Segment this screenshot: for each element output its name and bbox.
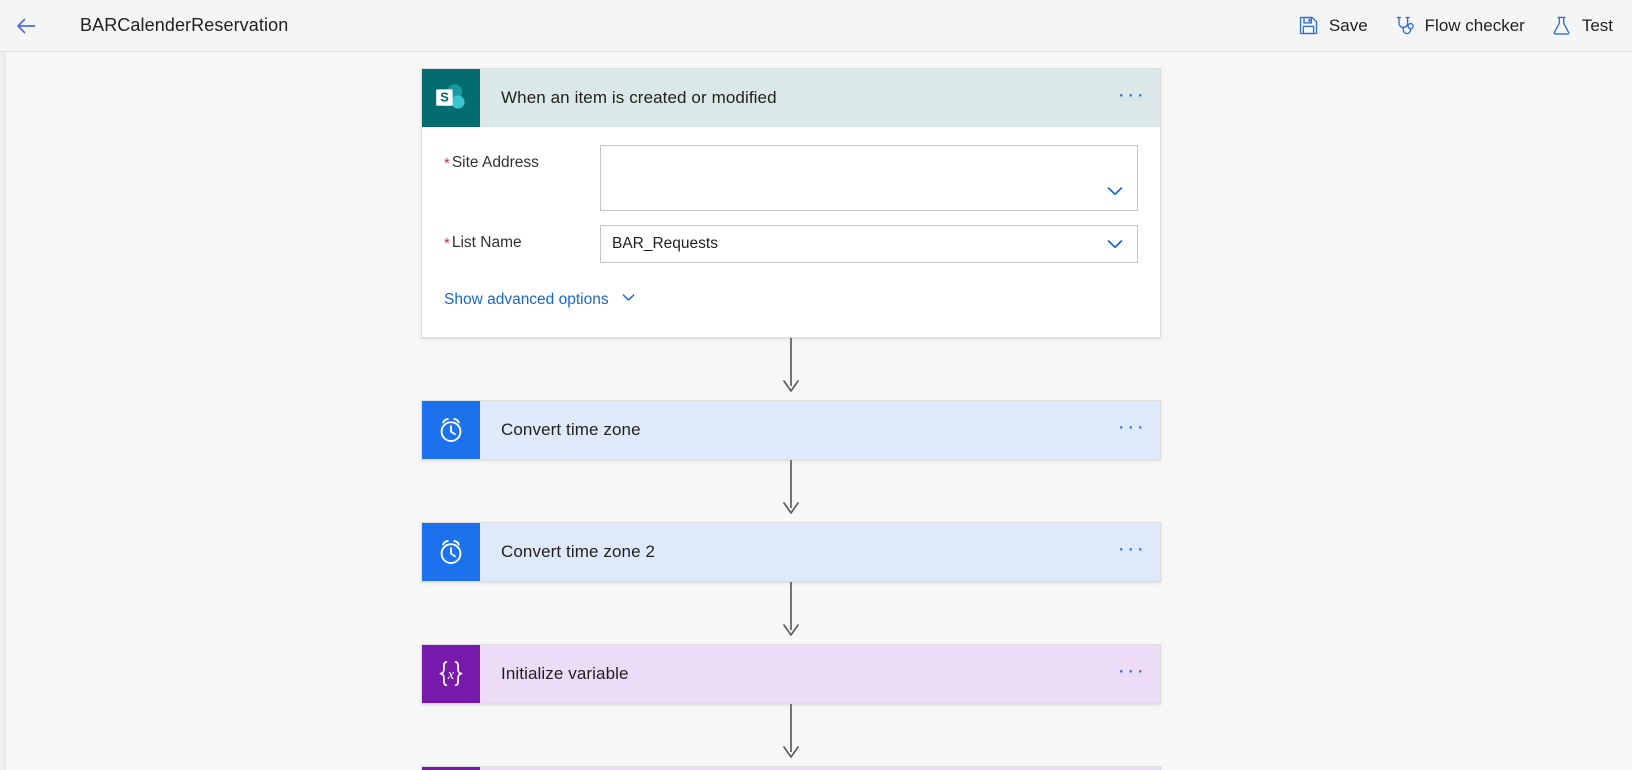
svg-text:x: x bbox=[447, 667, 455, 683]
stethoscope-icon bbox=[1394, 15, 1416, 37]
field-row-list-name: * List Name bbox=[422, 225, 1160, 263]
trigger-card-header[interactable]: S When an item is created or modified ··… bbox=[422, 69, 1160, 127]
connector-arrow bbox=[421, 338, 1161, 400]
flow-title: BARCalenderReservation bbox=[80, 15, 289, 35]
flow-node-column: S When an item is created or modified ··… bbox=[421, 68, 1161, 770]
list-name-label-text: List Name bbox=[451, 234, 522, 251]
show-advanced-options-label: Show advanced options bbox=[444, 291, 609, 308]
flow-designer-canvas[interactable]: S When an item is created or modified ··… bbox=[7, 52, 1632, 770]
trigger-card-body: * Site Address * List Name BAR_Requests … bbox=[422, 127, 1160, 337]
trigger-card-overflow-menu[interactable]: ··· bbox=[1104, 69, 1160, 127]
action-card-title: Convert time zone 2 bbox=[501, 542, 656, 561]
connector-arrow bbox=[421, 704, 1161, 766]
variable-braces-icon: x bbox=[422, 645, 480, 703]
connector-arrow bbox=[421, 460, 1161, 522]
required-asterisk: * bbox=[444, 155, 450, 172]
site-address-label: * Site Address bbox=[444, 145, 600, 174]
save-floppy-icon bbox=[1298, 15, 1320, 37]
list-name-label: * List Name bbox=[444, 225, 600, 254]
action-card-header[interactable]: Convert time zone ··· bbox=[422, 401, 1160, 459]
save-button[interactable]: Save bbox=[1285, 0, 1381, 52]
action-card-header[interactable]: Convert time zone 2 ··· bbox=[422, 523, 1160, 581]
svg-text:S: S bbox=[440, 89, 449, 104]
list-name-chevron-down-icon[interactable] bbox=[1102, 231, 1128, 257]
site-address-input[interactable] bbox=[600, 145, 1138, 211]
list-name-control bbox=[600, 225, 1138, 263]
site-address-chevron-down-icon[interactable] bbox=[1102, 178, 1128, 204]
chevron-down-icon bbox=[620, 289, 637, 311]
alarm-clock-icon bbox=[422, 523, 480, 581]
site-address-control bbox=[600, 145, 1138, 211]
connector-arrow bbox=[421, 582, 1161, 644]
left-rail-strip bbox=[0, 52, 6, 770]
action-card-title: Convert time zone bbox=[501, 420, 641, 439]
list-name-input[interactable] bbox=[600, 225, 1138, 263]
site-address-label-text: Site Address bbox=[451, 154, 539, 171]
test-button[interactable]: Test bbox=[1538, 0, 1626, 52]
arrow-left-icon bbox=[13, 13, 39, 39]
action-card-header[interactable]: x Initialize variable ··· bbox=[422, 645, 1160, 703]
action-card-overflow-menu[interactable]: ··· bbox=[1104, 523, 1160, 581]
field-row-site-address: * Site Address bbox=[422, 145, 1160, 211]
required-asterisk: * bbox=[444, 235, 450, 252]
show-advanced-options-link[interactable]: Show advanced options bbox=[444, 289, 637, 311]
action-card-overflow-menu[interactable]: ··· bbox=[1104, 401, 1160, 459]
action-card-initialize-variable-2[interactable]: x Initialize variable 2 ··· bbox=[421, 766, 1161, 770]
action-card-title: Initialize variable bbox=[501, 664, 629, 683]
back-button[interactable] bbox=[0, 0, 52, 52]
action-card-convert-time-zone[interactable]: Convert time zone ··· bbox=[421, 400, 1161, 460]
trigger-card-when-an-item-is-created-or-modified[interactable]: S When an item is created or modified ··… bbox=[421, 68, 1161, 338]
beaker-flask-icon bbox=[1551, 15, 1573, 37]
test-button-label: Test bbox=[1581, 15, 1613, 35]
trigger-card-title: When an item is created or modified bbox=[501, 88, 777, 107]
sharepoint-icon: S bbox=[422, 69, 480, 127]
action-card-initialize-variable[interactable]: x Initialize variable ··· bbox=[421, 644, 1161, 704]
command-bar-actions: Save Flow checker Test bbox=[1285, 0, 1632, 52]
alarm-clock-icon bbox=[422, 401, 480, 459]
flow-checker-button[interactable]: Flow checker bbox=[1381, 0, 1538, 52]
top-command-bar: BARCalenderReservation Save Flow checker… bbox=[0, 0, 1632, 52]
action-card-convert-time-zone-2[interactable]: Convert time zone 2 ··· bbox=[421, 522, 1161, 582]
flow-checker-button-label: Flow checker bbox=[1424, 15, 1525, 35]
save-button-label: Save bbox=[1328, 15, 1368, 35]
action-card-overflow-menu[interactable]: ··· bbox=[1104, 645, 1160, 703]
